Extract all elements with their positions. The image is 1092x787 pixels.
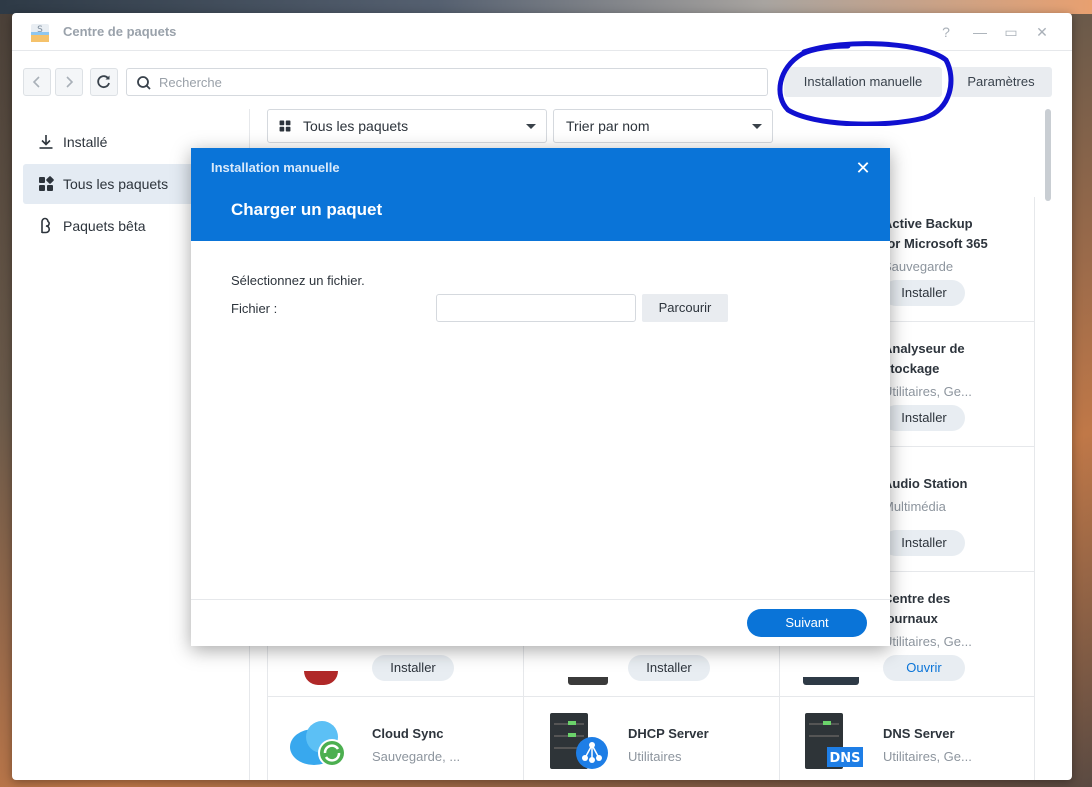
install-button[interactable]: Installer [883, 530, 965, 556]
help-icon[interactable]: ? [936, 22, 956, 42]
category-dropdown[interactable]: Tous les paquets [267, 109, 547, 143]
dialog-title: Installation manuelle [211, 160, 340, 175]
package-name: Analyseur de [883, 341, 965, 356]
beta-icon [41, 217, 50, 234]
search-input[interactable] [159, 73, 749, 91]
package-icon [803, 677, 859, 685]
package-name: journaux [883, 611, 938, 626]
download-icon [39, 135, 53, 149]
package-category: Utilitaires, Ge... [883, 634, 972, 649]
package-category: Utilitaires, Ge... [883, 749, 972, 764]
package-card-dns-server[interactable]: DNS DNS Server Utilitaires, Ge... [779, 697, 1035, 780]
sidebar-item-label: Tous les paquets [63, 176, 169, 192]
sidebar-item-beta-packages[interactable]: Paquets bêta [23, 206, 201, 246]
dhcp-server-icon [550, 713, 608, 769]
close-icon[interactable]: ✕ [853, 158, 873, 178]
package-name: DHCP Server [628, 726, 709, 741]
package-category: Sauvegarde [883, 259, 954, 274]
cloud-sync-icon [290, 721, 346, 767]
chevron-down-icon [752, 124, 762, 129]
chevron-left-icon [32, 76, 40, 88]
scrollbar[interactable] [1044, 109, 1052, 780]
package-name: DNS Server [883, 726, 955, 741]
package-category: Sauvegarde, ... [372, 749, 461, 764]
package-icon [304, 671, 338, 685]
package-category: Multimédia [883, 499, 946, 514]
annotation-circle [777, 41, 954, 126]
install-button[interactable]: Installer [883, 405, 965, 431]
package-category: Utilitaires, Ge... [883, 384, 972, 399]
package-name: Audio Station [883, 476, 968, 491]
sort-dropdown[interactable]: Trier par nom [553, 109, 773, 143]
search-box[interactable] [126, 68, 768, 96]
file-field[interactable] [436, 294, 636, 322]
dialog-header: Installation manuelle Charger un paquet … [191, 148, 890, 241]
install-button[interactable]: Installer [372, 655, 454, 681]
package-center-app-icon: S [31, 24, 49, 42]
grid-icon [39, 176, 54, 191]
package-category: Utilitaires [628, 749, 682, 764]
install-button[interactable]: Installer [628, 655, 710, 681]
package-name: for Microsoft 365 [883, 236, 988, 251]
refresh-button[interactable] [90, 68, 118, 96]
forward-button[interactable] [55, 68, 83, 96]
package-name: Centre des [883, 591, 951, 606]
sidebar-item-installed[interactable]: Installé [23, 122, 201, 162]
scrollbar-thumb[interactable] [1045, 109, 1051, 201]
dialog-step-title: Charger un paquet [231, 200, 383, 219]
svg-text:S: S [37, 25, 43, 35]
back-button[interactable] [23, 68, 51, 96]
open-button[interactable]: Ouvrir [883, 655, 965, 681]
desktop-background [0, 0, 1092, 14]
refresh-icon [97, 75, 110, 89]
next-button[interactable]: Suivant [747, 609, 867, 637]
chevron-down-icon [526, 124, 536, 129]
dialog-footer-divider [191, 599, 890, 600]
package-name: stockage [883, 361, 940, 376]
chevron-right-icon [66, 76, 74, 88]
dns-badge: DNS [829, 751, 860, 766]
package-card-dhcp-server[interactable]: DHCP Server Utilitaires [524, 697, 780, 780]
package-icon [568, 677, 608, 685]
sidebar-item-label: Installé [63, 134, 108, 150]
sidebar-item-label: Paquets bêta [63, 218, 146, 234]
grid-icon [279, 120, 291, 132]
sidebar-item-all-packages[interactable]: Tous les paquets [23, 164, 201, 204]
category-value: Tous les paquets [303, 118, 409, 134]
close-icon[interactable]: ✕ [1032, 22, 1052, 42]
sort-value: Trier par nom [566, 118, 650, 134]
file-label: Fichier : [231, 301, 278, 316]
package-card-cloud-sync[interactable]: Cloud Sync Sauvegarde, ... [268, 697, 524, 780]
window-title: Centre de paquets [63, 24, 177, 39]
package-name: Cloud Sync [372, 726, 444, 741]
install-button[interactable]: Installer [883, 280, 965, 306]
dns-server-icon: DNS [805, 713, 863, 769]
browse-button[interactable]: Parcourir [642, 294, 728, 322]
settings-button[interactable]: Paramètres [950, 67, 1052, 97]
minimize-icon[interactable]: — [970, 22, 990, 42]
manual-install-dialog: Installation manuelle Charger un paquet … [191, 148, 890, 646]
search-icon [137, 76, 151, 90]
maximize-icon[interactable]: ▭ [1001, 22, 1021, 42]
package-name: Active Backup [883, 216, 973, 231]
instruction-text: Sélectionnez un fichier. [231, 273, 365, 288]
